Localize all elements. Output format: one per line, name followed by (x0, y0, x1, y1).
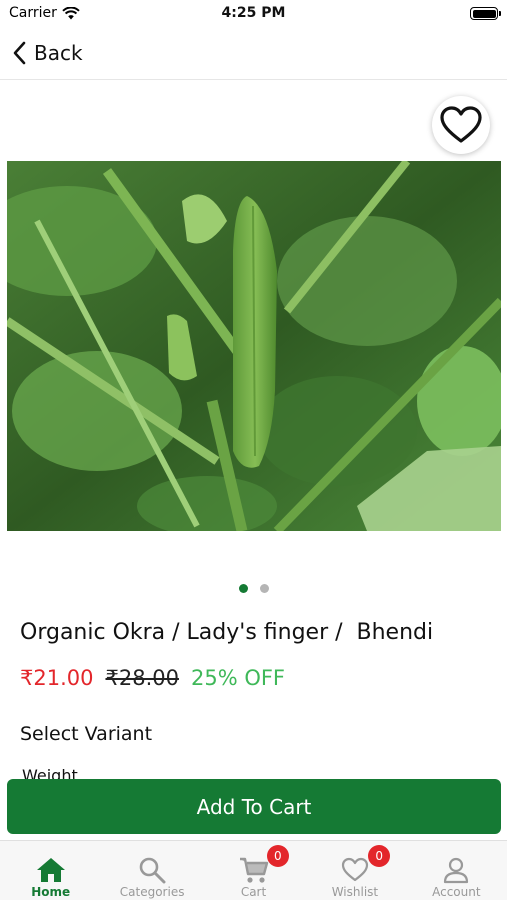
okra-photo (7, 161, 501, 531)
wishlist-count-badge: 0 (368, 845, 391, 867)
tab-home[interactable]: Home (0, 841, 101, 900)
status-bar: Carrier 4:25 PM (0, 0, 507, 28)
search-icon (139, 857, 166, 884)
tab-wishlist-label: Wishlist (331, 885, 379, 899)
cart-icon (239, 857, 268, 883)
back-label: Back (34, 41, 83, 65)
heart-icon (440, 106, 482, 143)
weight-label: Weight (22, 766, 78, 780)
status-time: 4:25 PM (221, 5, 286, 21)
cart-count-badge: 0 (266, 845, 289, 867)
pager-dot[interactable] (259, 584, 269, 593)
battery-icon (470, 7, 501, 20)
tab-account-label: Account (432, 885, 481, 899)
tab-bar: Home Categories Cart 0 Wishlist 0 Accoun… (0, 840, 507, 900)
tab-categories-label: Categories (119, 885, 185, 899)
heart-icon (341, 857, 369, 882)
variant-heading: Select Variant (20, 723, 153, 745)
tab-wishlist[interactable]: Wishlist 0 (304, 841, 405, 900)
tab-categories[interactable]: Categories (101, 841, 202, 900)
pager-dot-active[interactable] (238, 584, 248, 593)
discount-badge: 25% OFF (190, 666, 286, 690)
add-to-cart-button[interactable]: Add To Cart (7, 779, 501, 834)
sale-price: ₹21.00 (20, 666, 94, 690)
product-image[interactable] (7, 161, 501, 531)
tab-home-label: Home (31, 885, 71, 899)
back-button[interactable]: Back (12, 38, 83, 68)
home-icon (36, 858, 65, 882)
product-title: Organic Okra / Lady's finger / Bhendi (20, 620, 434, 645)
user-icon (444, 857, 469, 884)
wishlist-toggle-button[interactable] (432, 96, 490, 154)
tab-cart-label: Cart (240, 885, 267, 899)
chevron-left-icon (13, 41, 26, 65)
original-price: ₹28.00 (105, 666, 179, 690)
tab-account[interactable]: Account (406, 841, 507, 900)
price-row: ₹21.00 ₹28.00 25% OFF (20, 666, 285, 690)
tab-cart[interactable]: Cart 0 (203, 841, 304, 900)
image-pager (0, 584, 507, 593)
nav-bar: Back (0, 28, 507, 80)
